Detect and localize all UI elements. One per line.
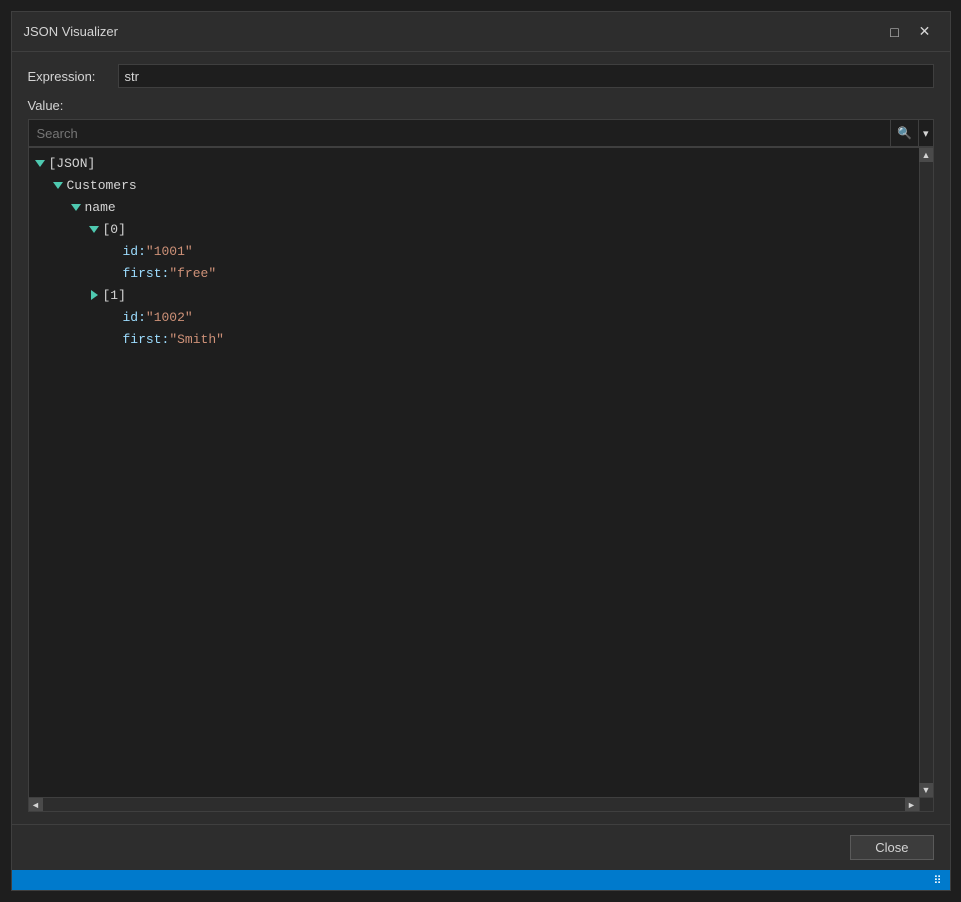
first-key-smith: first:: [123, 332, 170, 347]
1-label: [1]: [103, 288, 126, 303]
id-key-1002: id:: [123, 310, 146, 325]
tree-node-json[interactable]: [JSON]: [29, 152, 933, 174]
expression-label: Expression:: [28, 69, 118, 84]
status-icon: ⠿: [933, 874, 941, 887]
scrollbar-h[interactable]: ◄ ►: [29, 797, 919, 811]
search-container: 🔍 ▾: [28, 119, 934, 147]
value-label: Value:: [28, 98, 934, 113]
close-title-button[interactable]: ✕: [912, 19, 938, 45]
scroll-down-button[interactable]: ▼: [919, 783, 933, 797]
json-visualizer-dialog: JSON Visualizer □ ✕ Expression: Value: 🔍…: [11, 11, 951, 891]
id-value-1001: "1001": [146, 244, 193, 259]
tree-node-customers[interactable]: Customers: [29, 174, 933, 196]
0-label: [0]: [103, 222, 126, 237]
dialog-title: JSON Visualizer: [24, 24, 118, 39]
close-button[interactable]: Close: [850, 835, 933, 860]
customers-arrow[interactable]: [51, 178, 65, 192]
search-icon: 🔍: [897, 126, 912, 140]
tree-container[interactable]: [JSON] Customers name: [28, 147, 934, 812]
expression-row: Expression:: [28, 64, 934, 88]
expression-input[interactable]: [118, 64, 934, 88]
tree-node-id-1001: id: "1001": [29, 240, 933, 262]
name-arrow[interactable]: [69, 200, 83, 214]
search-button[interactable]: 🔍: [890, 120, 918, 146]
1-arrow[interactable]: [87, 288, 101, 302]
search-input[interactable]: [29, 122, 891, 145]
title-bar-controls: □ ✕: [882, 19, 938, 45]
tree-node-name[interactable]: name: [29, 196, 933, 218]
tree-node-id-1002: id: "1002": [29, 306, 933, 328]
scroll-right-button[interactable]: ►: [905, 798, 919, 812]
status-bar: ⠿: [12, 870, 950, 890]
title-bar: JSON Visualizer □ ✕: [12, 12, 950, 52]
id-value-1002: "1002": [146, 310, 193, 325]
dialog-footer: Close: [12, 824, 950, 870]
scroll-up-button[interactable]: ▲: [919, 148, 933, 162]
scroll-left-button[interactable]: ◄: [29, 798, 43, 812]
scroll-corner: [919, 797, 933, 811]
0-arrow[interactable]: [87, 222, 101, 236]
json-arrow[interactable]: [33, 156, 47, 170]
customers-label: Customers: [67, 178, 137, 193]
name-label: name: [85, 200, 116, 215]
tree-node-first-free: first: "free": [29, 262, 933, 284]
first-value-smith: "Smith": [169, 332, 224, 347]
tree-node-1[interactable]: [1]: [29, 284, 933, 306]
id-key-1001: id:: [123, 244, 146, 259]
tree-node-first-smith: first: "Smith": [29, 328, 933, 350]
scrollbar-v[interactable]: ▲ ▼: [919, 148, 933, 797]
tree-content: [JSON] Customers name: [29, 148, 933, 354]
dropdown-icon: ▾: [923, 127, 929, 140]
first-key-free: first:: [123, 266, 170, 281]
tree-scroll-area[interactable]: [JSON] Customers name: [29, 148, 933, 811]
tree-node-0[interactable]: [0]: [29, 218, 933, 240]
first-value-free: "free": [169, 266, 216, 281]
maximize-button[interactable]: □: [882, 19, 908, 45]
dialog-content: Expression: Value: 🔍 ▾: [12, 52, 950, 824]
json-label: [JSON]: [49, 156, 96, 171]
search-dropdown-button[interactable]: ▾: [918, 120, 933, 146]
